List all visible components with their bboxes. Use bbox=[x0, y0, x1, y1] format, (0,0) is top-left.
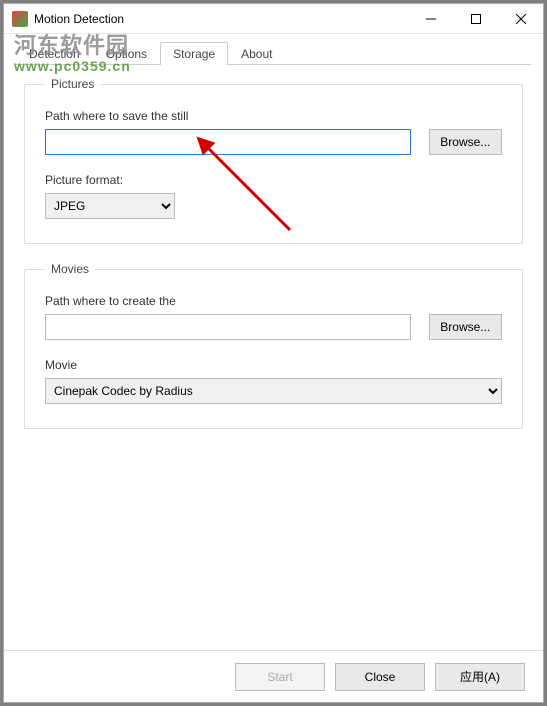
movies-path-label: Path where to create the bbox=[45, 294, 502, 308]
tab-detection[interactable]: Detection bbox=[16, 42, 93, 65]
minimize-button[interactable] bbox=[408, 4, 453, 34]
movies-path-input[interactable] bbox=[45, 314, 411, 340]
movie-codec-select[interactable]: Cinepak Codec by Radius bbox=[45, 378, 502, 404]
tabstrip-line bbox=[16, 64, 531, 65]
close-button[interactable]: Close bbox=[335, 663, 425, 691]
tab-strip: Detection Options Storage About bbox=[4, 34, 543, 65]
pictures-legend: Pictures bbox=[45, 77, 100, 91]
tab-about[interactable]: About bbox=[228, 42, 285, 65]
movies-browse-button[interactable]: Browse... bbox=[429, 314, 502, 340]
movie-codec-label: Movie bbox=[45, 358, 502, 372]
pictures-browse-button[interactable]: Browse... bbox=[429, 129, 502, 155]
app-icon bbox=[12, 11, 28, 27]
window-title: Motion Detection bbox=[34, 12, 408, 26]
movies-group: Movies Path where to create the Browse..… bbox=[24, 262, 523, 429]
movies-legend: Movies bbox=[45, 262, 95, 276]
start-button: Start bbox=[235, 663, 325, 691]
close-window-button[interactable] bbox=[498, 4, 543, 34]
tab-content: Pictures Path where to save the still Br… bbox=[4, 65, 543, 507]
picture-format-select[interactable]: JPEG bbox=[45, 193, 175, 219]
apply-button[interactable]: 应用(A) bbox=[435, 663, 525, 691]
maximize-button[interactable] bbox=[453, 4, 498, 34]
pictures-path-input[interactable] bbox=[45, 129, 411, 155]
app-window: Motion Detection Detection Options Stora… bbox=[3, 3, 544, 703]
tab-options[interactable]: Options bbox=[93, 42, 160, 65]
pictures-group: Pictures Path where to save the still Br… bbox=[24, 77, 523, 244]
titlebar: Motion Detection bbox=[4, 4, 543, 34]
tab-storage[interactable]: Storage bbox=[160, 42, 228, 65]
picture-format-label: Picture format: bbox=[45, 173, 502, 187]
bottom-button-bar: Start Close 应用(A) bbox=[4, 650, 543, 702]
pictures-path-label: Path where to save the still bbox=[45, 109, 502, 123]
